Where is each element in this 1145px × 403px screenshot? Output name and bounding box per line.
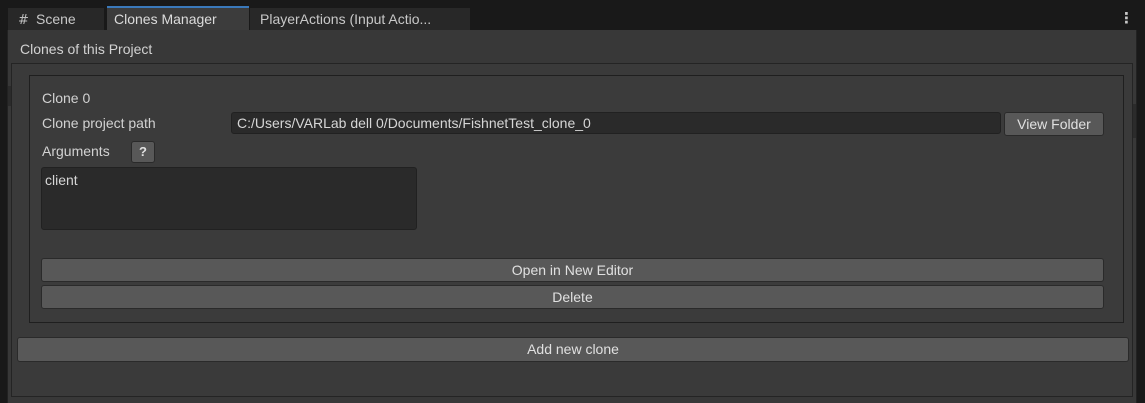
help-button[interactable]: ? [131, 141, 155, 163]
tab-player-actions-label: PlayerActions (Input Actio... [260, 11, 432, 27]
tab-clones-manager[interactable]: Clones Manager [107, 6, 249, 30]
clones-manager-panel: Clones of this Project Clone 0 Clone pro… [7, 30, 1137, 403]
delete-button[interactable]: Delete [41, 285, 1104, 309]
clone-name: Clone 0 [42, 90, 91, 106]
arguments-label: Arguments [42, 143, 110, 159]
tab-scene[interactable]: # Scene [8, 8, 104, 30]
clone-path-field[interactable]: C:/Users/VARLab dell 0/Documents/Fishnet… [231, 112, 1001, 134]
view-folder-button[interactable]: View Folder [1004, 112, 1104, 136]
tab-player-actions[interactable]: PlayerActions (Input Actio... [250, 8, 470, 30]
kebab-menu-icon[interactable]: ⋮ [1119, 9, 1134, 27]
grid-icon: # [18, 13, 29, 28]
tab-scene-label: Scene [36, 11, 76, 27]
tab-clones-manager-label: Clones Manager [114, 11, 217, 27]
section-title: Clones of this Project [20, 41, 153, 57]
clone-path-label: Clone project path [42, 115, 156, 131]
tab-bar: # Scene Clones Manager PlayerActions (Inp… [0, 0, 1145, 30]
open-in-new-editor-button[interactable]: Open in New Editor [41, 258, 1104, 282]
editor-window: # Scene Clones Manager PlayerActions (Inp… [0, 0, 1145, 403]
arguments-input[interactable]: client [41, 167, 417, 230]
add-new-clone-button[interactable]: Add new clone [17, 337, 1129, 362]
